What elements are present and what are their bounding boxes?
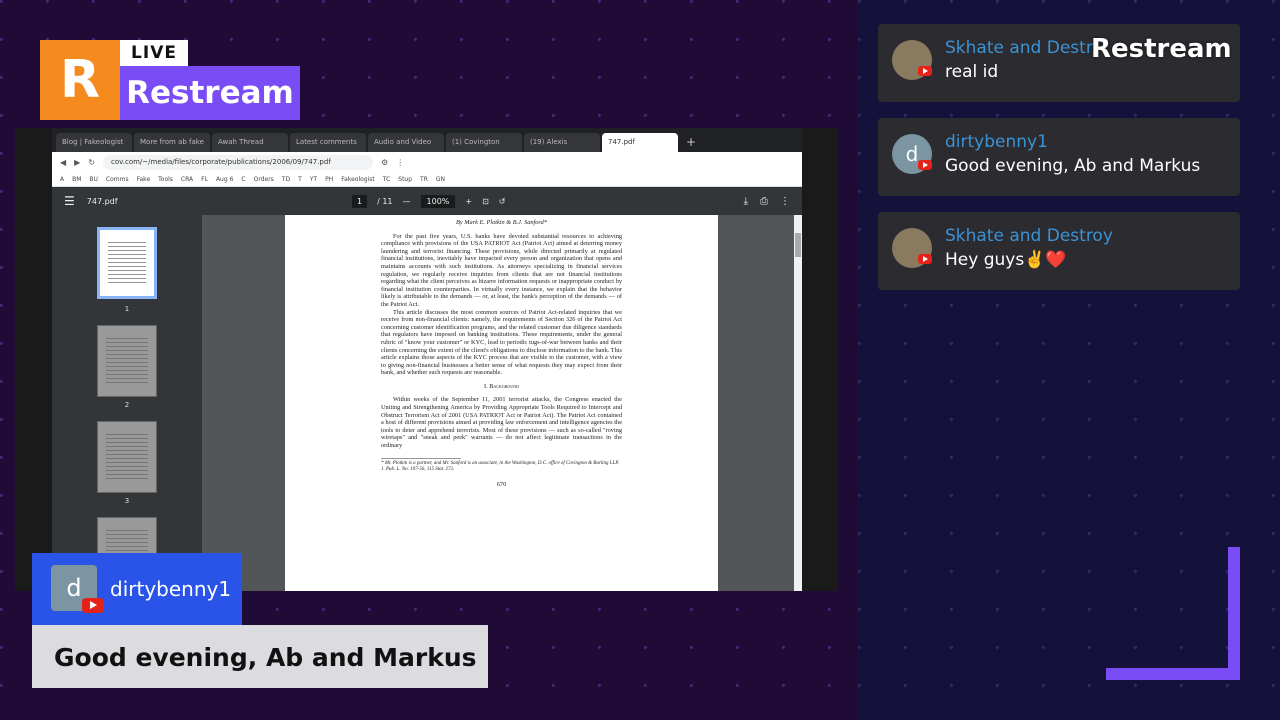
chat-author: dirtybenny1: [945, 132, 1048, 152]
bookmark-item[interactable]: T: [298, 176, 302, 183]
youtube-icon: [82, 598, 104, 613]
bookmark-item[interactable]: BM: [72, 176, 81, 183]
new-tab-icon[interactable]: +: [680, 135, 702, 152]
zoom-out-icon[interactable]: —: [403, 197, 411, 206]
thumbnail-number: 1: [124, 305, 130, 313]
pdf-page: By Mark E. Plotkin & B.J. Sanford* For t…: [285, 215, 718, 591]
featured-comment-header: d dirtybenny1: [32, 553, 242, 625]
browser-tab[interactable]: Audio and Video: [368, 133, 444, 152]
youtube-icon: [918, 66, 932, 76]
bookmark-item[interactable]: Orders: [254, 176, 274, 183]
logo-brand-name: Restream: [120, 66, 300, 120]
print-icon[interactable]: ⎙: [760, 196, 768, 207]
bookmark-item[interactable]: A: [60, 176, 64, 183]
bookmark-item[interactable]: TC: [383, 176, 391, 183]
page-number: 670: [496, 480, 507, 488]
chat-text-body: Hey guys✌️: [945, 250, 1046, 270]
bookmark-item[interactable]: PH: [325, 176, 333, 183]
live-badge: LIVE: [120, 40, 188, 66]
bookmark-item[interactable]: Tools: [158, 176, 173, 183]
corner-bracket: [1106, 668, 1240, 680]
url-input[interactable]: cov.com/~/media/files/corporate/publicat…: [103, 155, 374, 170]
chat-author: Skhate and Destroy: [945, 226, 1113, 246]
page-number-input[interactable]: 1: [352, 194, 368, 208]
article-paragraph: This article discusses the most common s…: [381, 308, 622, 377]
bookmark-item[interactable]: Aug 6: [216, 176, 233, 183]
featured-author: dirtybenny1: [110, 577, 232, 601]
heart-icon: ❤️: [1045, 250, 1067, 270]
bookmark-item[interactable]: Fakeologist: [341, 176, 375, 183]
fit-page-icon[interactable]: ⊡: [482, 197, 489, 206]
pdf-scrollbar[interactable]: [794, 215, 802, 591]
youtube-icon: [918, 160, 932, 170]
chat-text: real id: [945, 62, 999, 82]
browser-tab[interactable]: Awah Thread: [212, 133, 288, 152]
extension-icon[interactable]: ⚙: [381, 158, 388, 167]
thumbnail-number: 3: [124, 497, 130, 505]
article-authors: By Mark E. Plotkin & B.J. Sanford*: [456, 219, 547, 226]
bookmark-item[interactable]: GN: [436, 176, 445, 183]
page-total: / 11: [377, 196, 393, 206]
chat-author: Skhate and Destroy: [945, 38, 1095, 58]
pdf-viewer: 1 2 3 By Mark E. Plotkin & B.J. Sanford*…: [52, 215, 802, 591]
bookmark-item[interactable]: TR: [420, 176, 428, 183]
address-bar: ◀ ▶ ↻ cov.com/~/media/files/corporate/pu…: [52, 152, 802, 173]
bookmark-item[interactable]: BU: [89, 176, 98, 183]
footnote: * Mr. Plotkin is a partner, and Mr. Sanf…: [381, 460, 620, 466]
pdf-filename: 747.pdf: [86, 196, 118, 206]
zoom-input[interactable]: 100%: [420, 194, 456, 208]
browser-tab-active[interactable]: 747.pdf: [602, 133, 678, 152]
forward-icon[interactable]: ▶: [74, 158, 80, 167]
youtube-icon: [918, 254, 932, 264]
bookmark-item[interactable]: Comms: [106, 176, 129, 183]
screen-share: Blog | Fakeologist More from ab fake Awa…: [15, 128, 838, 591]
article-paragraph: Within weeks of the September 11, 2001 t…: [381, 396, 622, 450]
bookmark-item[interactable]: Fake: [137, 176, 151, 183]
browser-tab[interactable]: Latest comments: [290, 133, 366, 152]
bookmark-item[interactable]: YT: [310, 176, 317, 183]
thumbnail-number: 2: [124, 401, 130, 409]
featured-comment-text: Good evening, Ab and Markus: [32, 625, 488, 688]
page-thumbnail[interactable]: [97, 227, 157, 299]
bookmarks-bar: A BM BU Comms Fake Tools CRA FL Aug 6 C …: [52, 173, 802, 187]
bookmark-item[interactable]: CRA: [181, 176, 193, 183]
bookmark-item[interactable]: C: [241, 176, 245, 183]
chat-text: Good evening, Ab and Markus: [945, 156, 1201, 176]
chat-message: d dirtybenny1 Good evening, Ab and Marku…: [878, 118, 1240, 196]
bookmark-item[interactable]: TD: [282, 176, 290, 183]
bookmark-item[interactable]: FL: [201, 176, 208, 183]
browser-tab[interactable]: (1) Covington: [446, 133, 522, 152]
chat-panel-background: [858, 0, 1280, 720]
more-icon[interactable]: ⋮: [780, 196, 790, 207]
zoom-in-icon[interactable]: +: [465, 197, 472, 206]
logo-letter: R: [40, 40, 120, 120]
chat-message: Skhate and Destroy Hey guys✌️❤️: [878, 212, 1240, 290]
browser-window: Blog | Fakeologist More from ab fake Awa…: [52, 128, 802, 591]
reload-icon[interactable]: ↻: [88, 158, 95, 167]
back-icon[interactable]: ◀: [60, 158, 66, 167]
article-paragraph: For the past five years, U.S. banks have…: [381, 232, 622, 308]
chat-text: Hey guys✌️❤️: [945, 250, 1067, 270]
hamburger-menu-icon[interactable]: ☰: [64, 194, 75, 208]
scrollbar-thumb[interactable]: [795, 233, 801, 257]
page-thumbnail[interactable]: [97, 325, 157, 397]
footnote: 1. Pub. L. No. 107-56, 115 Stat. 272.: [381, 466, 455, 472]
page-thumbnail[interactable]: [97, 421, 157, 493]
browser-tab[interactable]: (19) Alexis: [524, 133, 600, 152]
rotate-icon[interactable]: ↺: [499, 197, 506, 206]
thumbnail-sidebar: 1 2 3: [52, 215, 202, 591]
browser-tab[interactable]: More from ab fake: [134, 133, 210, 152]
corner-bracket: [1228, 547, 1240, 680]
menu-icon[interactable]: ⋮: [396, 158, 404, 167]
section-heading: I. Background: [483, 382, 519, 390]
browser-tab-bar: Blog | Fakeologist More from ab fake Awa…: [52, 128, 802, 152]
pdf-toolbar: ☰ 747.pdf 1 / 11 — 100% + ⊡ ↺ ⤓ ⎙ ⋮: [52, 187, 802, 215]
restream-watermark: Restream: [1091, 34, 1232, 64]
bookmark-item[interactable]: Stup: [398, 176, 412, 183]
browser-tab[interactable]: Blog | Fakeologist: [56, 133, 132, 152]
download-icon[interactable]: ⤓: [744, 196, 748, 207]
